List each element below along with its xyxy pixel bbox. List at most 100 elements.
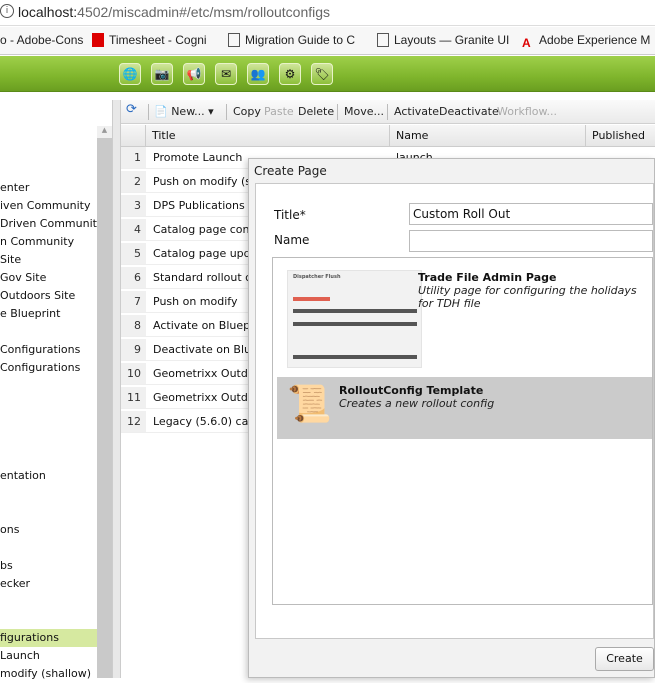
refresh-icon[interactable]: ⟳: [126, 102, 137, 117]
tree-item[interactable]: Outdoors Site: [0, 287, 97, 305]
separator: [148, 104, 149, 120]
row-number: 1: [121, 147, 146, 168]
template-title: RolloutConfig Template: [339, 384, 484, 397]
bookmark[interactable]: o - Adobe-Cons: [0, 33, 83, 47]
bookmark[interactable]: Migration Guide to C: [228, 33, 355, 47]
grid-header: Title Name Published: [121, 125, 655, 147]
copy-button[interactable]: Copy: [233, 105, 261, 118]
name-input[interactable]: [409, 230, 653, 252]
header-published[interactable]: Published: [586, 125, 655, 147]
tree-item[interactable]: Driven Community: [0, 215, 103, 233]
tree-panel: enter iven Community Driven Community n …: [0, 100, 103, 680]
tree-scrollbar[interactable]: ▲: [97, 126, 112, 678]
template-title: Trade File Admin Page: [418, 271, 557, 284]
activate-button[interactable]: Activate: [394, 105, 439, 118]
new-page-icon: 📄: [154, 105, 168, 118]
workflow-button[interactable]: Workflow...: [497, 105, 557, 118]
row-title: Promote Launch: [153, 151, 243, 164]
tree-item[interactable]: Launch: [0, 647, 97, 665]
template-description: Creates a new rollout config: [339, 397, 495, 410]
page-icon: [377, 33, 389, 47]
tree-item[interactable]: ecker: [0, 575, 97, 593]
template-item-selected[interactable]: 📜 RolloutConfig Template Creates a new r…: [277, 377, 652, 439]
tree-item[interactable]: Site: [0, 251, 97, 269]
create-button[interactable]: Create: [595, 647, 654, 671]
separator: [337, 104, 338, 120]
header-rownum: [121, 125, 146, 147]
row-title: Activate on Bluepri: [153, 319, 258, 332]
tree-item[interactable]: e Blueprint: [0, 305, 97, 323]
websites-icon[interactable]: 🌐: [119, 63, 141, 85]
splitter[interactable]: [112, 100, 120, 678]
row-title: Catalog page updat: [153, 247, 262, 260]
row-number: 8: [121, 315, 146, 336]
tree-item[interactable]: Configurations: [0, 359, 97, 377]
thumb-line: [293, 297, 330, 301]
title-label: Title*: [274, 208, 306, 222]
template-description: Utility page for configuring the holiday…: [418, 284, 637, 310]
thumb-line: [293, 355, 417, 359]
tree-item[interactable]: iven Community: [0, 197, 97, 215]
bookmarks-bar: o - Adobe-Cons Timesheet - Cogni Migrati…: [0, 27, 655, 55]
bookmark[interactable]: Layouts — Granite UI: [377, 33, 509, 47]
row-number: 10: [121, 363, 146, 384]
row-title: Legacy (5.6.0) catal: [153, 415, 263, 428]
campaigns-icon[interactable]: 📢: [183, 63, 205, 85]
bookmark[interactable]: A Adobe Experience M: [522, 33, 650, 50]
template-item[interactable]: Dispatcher Flush Trade File Admin Page U…: [273, 258, 652, 376]
tree-item[interactable]: Gov Site: [0, 269, 97, 287]
row-number: 7: [121, 291, 146, 312]
dialog-title[interactable]: Create Page: [254, 164, 327, 178]
users-icon[interactable]: 👥: [247, 63, 269, 85]
row-number: 11: [121, 387, 146, 408]
row-number: 5: [121, 243, 146, 264]
oracle-icon: [92, 33, 104, 47]
scroll-icon: 📜: [287, 384, 332, 425]
row-number: 4: [121, 219, 146, 240]
tree-item[interactable]: Configurations: [0, 341, 97, 359]
page-icon: [228, 33, 240, 47]
tree-item-selected[interactable]: figurations: [0, 629, 97, 647]
tree-item[interactable]: bs: [0, 557, 97, 575]
tree-item[interactable]: entation: [0, 467, 97, 485]
row-title: Geometrixx Outdoo: [153, 367, 262, 380]
tree-item[interactable]: enter: [0, 179, 97, 197]
address-bar[interactable]: i localhost:4502/miscadmin#/etc/msm/roll…: [0, 0, 655, 26]
header-title[interactable]: Title: [146, 125, 390, 147]
info-icon[interactable]: i: [0, 4, 14, 18]
row-title: Geometrixx Outdoo: [153, 391, 262, 404]
move-button[interactable]: Move...: [344, 105, 384, 118]
header-name[interactable]: Name: [390, 125, 586, 147]
row-number: 2: [121, 171, 146, 192]
row-number: 3: [121, 195, 146, 216]
separator: [226, 104, 227, 120]
tree-item[interactable]: n Community: [0, 233, 97, 251]
title-input[interactable]: Custom Roll Out: [409, 203, 653, 225]
adobe-icon: A: [522, 36, 531, 50]
tagging-icon[interactable]: 🏷: [311, 63, 333, 85]
tools-icon[interactable]: ⚙: [279, 63, 301, 85]
paste-button[interactable]: Paste: [264, 105, 294, 118]
row-number: 6: [121, 267, 146, 288]
main-nav-bar: 🌐 📷 📢 ✉ 👥 ⚙ 🏷: [0, 56, 655, 92]
row-number: 12: [121, 411, 146, 432]
row-number: 9: [121, 339, 146, 360]
bookmark[interactable]: Timesheet - Cogni: [92, 33, 207, 47]
dialog-body: Title* Custom Roll Out Name Dispatcher F…: [255, 183, 654, 639]
tree-item[interactable]: ons: [0, 521, 97, 539]
create-page-dialog: Create Page Title* Custom Roll Out Name …: [248, 158, 655, 678]
template-thumbnail: Dispatcher Flush: [287, 270, 422, 368]
digital-assets-icon[interactable]: 📷: [151, 63, 173, 85]
name-label: Name: [274, 233, 310, 247]
deactivate-button[interactable]: Deactivate: [439, 105, 499, 118]
tree-item[interactable]: modify (shallow): [0, 665, 97, 683]
delete-button[interactable]: Delete: [298, 105, 334, 118]
scroll-up-arrow-icon[interactable]: ▲: [97, 126, 112, 138]
thumb-heading: Dispatcher Flush: [293, 274, 341, 280]
inbox-icon[interactable]: ✉: [215, 63, 237, 85]
row-title: Push on modify: [153, 295, 238, 308]
new-button[interactable]: 📄 New... ▾: [154, 105, 214, 118]
url-text[interactable]: localhost:4502/miscadmin#/etc/msm/rollou…: [18, 4, 330, 20]
thumb-line: [293, 309, 417, 313]
row-title: Standard rollout cor: [153, 271, 263, 284]
